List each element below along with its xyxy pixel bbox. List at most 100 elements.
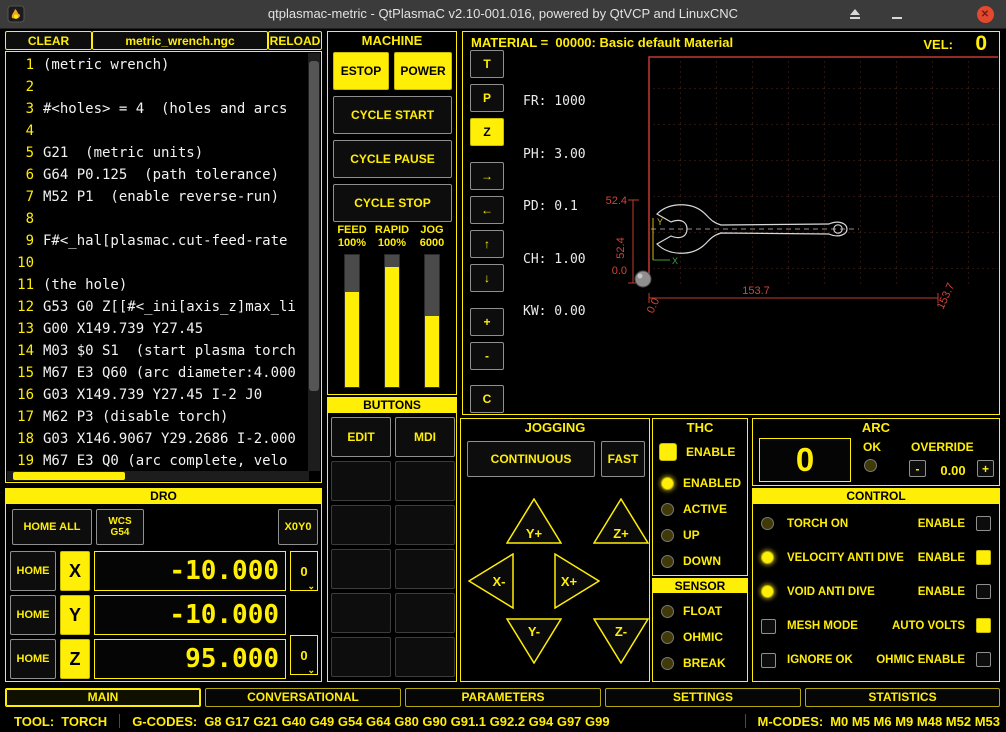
rapid-slider[interactable] <box>384 254 400 388</box>
kerf-width-stat: KW: 0.00 <box>523 303 586 321</box>
user-button-mdi[interactable]: MDI <box>395 417 455 457</box>
plus-button[interactable]: + <box>470 308 504 336</box>
axis-y-button[interactable]: Y <box>60 595 90 635</box>
quick-key-p[interactable]: P <box>470 84 504 112</box>
rapid-slider-group: RAPID100% <box>372 224 412 388</box>
dro-y-value: -10.000 <box>94 595 286 635</box>
ohmic-enable-checkbox[interactable] <box>976 652 991 667</box>
jog-slider[interactable] <box>424 254 440 388</box>
ignore-ok-label: IGNORE OK <box>787 654 853 666</box>
ignore-ok-checkbox[interactable] <box>761 653 776 668</box>
void-enable-checkbox[interactable] <box>976 584 991 599</box>
statusbar: TOOL: TORCH G-CODES: G8 G17 G21 G40 G49 … <box>0 710 1006 732</box>
minus-button[interactable]: - <box>470 342 504 370</box>
shade-button[interactable] <box>846 5 864 23</box>
axis-z-button[interactable]: Z <box>60 639 90 679</box>
cycle-pause-button[interactable]: CYCLE PAUSE <box>333 140 452 178</box>
gcode-vscroll[interactable] <box>308 53 320 471</box>
gcode-line-text: M62 P3 (disable torch) <box>43 409 228 425</box>
user-button-empty[interactable] <box>395 637 455 677</box>
arrow-right-button[interactable]: → <box>470 162 504 190</box>
user-button-empty[interactable] <box>395 593 455 633</box>
velocity-enable-checkbox[interactable] <box>976 550 991 565</box>
feed-slider[interactable] <box>344 254 360 388</box>
dro-y-offset-select[interactable]: 0⌄ <box>290 635 318 675</box>
arc-header: ARC <box>753 420 999 435</box>
arrow-down-button[interactable]: ↓ <box>470 264 504 292</box>
tab-main[interactable]: MAIN <box>5 688 201 707</box>
user-button-edit[interactable]: EDIT <box>331 417 391 457</box>
gcode-line: 12G53 G0 Z[[#<_ini[axis_z]max_li <box>8 296 308 318</box>
power-button[interactable]: POWER <box>394 52 452 90</box>
home-x-button[interactable]: HOME <box>10 551 56 591</box>
wcs-button[interactable]: WCS G54 <box>96 509 144 545</box>
estop-button[interactable]: ESTOP <box>333 52 389 90</box>
home-all-button[interactable]: HOME ALL <box>12 509 92 545</box>
torch-on-label: TORCH ON <box>787 518 848 530</box>
jog-z-plus-button[interactable]: Z+ <box>593 498 649 549</box>
cycle-start-button[interactable]: CYCLE START <box>333 96 452 134</box>
preview-panel[interactable]: MATERIAL = 00000: Basic default Material… <box>462 31 1000 415</box>
machine-grid <box>649 57 998 284</box>
user-button-empty[interactable] <box>331 549 391 589</box>
tab-conversational[interactable]: CONVERSATIONAL <box>205 688 401 707</box>
clear-button[interactable]: CLEAR <box>5 31 92 50</box>
feed-slider-fill <box>345 292 359 387</box>
mesh-mode-checkbox[interactable] <box>761 619 776 634</box>
cycle-stop-button[interactable]: CYCLE STOP <box>333 184 452 222</box>
quick-key-z[interactable]: Z <box>470 118 504 146</box>
thc-header: THC <box>653 420 747 435</box>
gcode-line: 17M62 P3 (disable torch) <box>8 406 308 428</box>
gcode-vscroll-thumb[interactable] <box>309 61 319 391</box>
gcode-line-number: 2 <box>8 76 34 98</box>
dro-x-offset-select[interactable]: 0⌄ <box>290 551 318 591</box>
arrow-left-button[interactable]: ← <box>470 196 504 224</box>
gcode-hscroll[interactable] <box>7 471 309 481</box>
tab-statistics[interactable]: STATISTICS <box>805 688 1000 707</box>
jog-y-minus-button[interactable]: Y- <box>506 618 562 669</box>
thc-enable-checkbox[interactable] <box>659 443 677 461</box>
user-button-empty[interactable] <box>331 461 391 501</box>
gcode-line-number: 1 <box>8 54 34 76</box>
gcode-hscroll-thumb[interactable] <box>13 472 125 480</box>
override-minus-button[interactable]: - <box>909 460 926 477</box>
buttons-panel: BUTTONS EDITMDI <box>327 397 457 682</box>
break-label: BREAK <box>683 656 726 670</box>
quick-key-c[interactable]: C <box>470 385 504 413</box>
user-button-empty[interactable] <box>395 549 455 589</box>
arrow-up-button[interactable]: ↑ <box>470 230 504 258</box>
jog-x-plus-button[interactable]: X+ <box>554 553 600 614</box>
user-button-empty[interactable] <box>395 505 455 545</box>
auto-volts-checkbox[interactable] <box>976 618 991 633</box>
jog-y-plus-button[interactable]: Y+ <box>506 498 562 549</box>
material-selector[interactable]: MATERIAL = 00000: Basic default Material <box>471 35 733 50</box>
jog-x-minus-button[interactable]: X- <box>468 553 514 614</box>
jog-slider-label: JOG <box>420 224 443 237</box>
tab-settings[interactable]: SETTINGS <box>605 688 801 707</box>
home-y-button[interactable]: HOME <box>10 595 56 635</box>
axis-x-button[interactable]: X <box>60 551 90 591</box>
mesh-mode-row: MESH MODE AUTO VOLTS <box>759 617 993 635</box>
gcode-line-number: 3 <box>8 98 34 120</box>
user-button-empty[interactable] <box>331 637 391 677</box>
torch-enable-checkbox[interactable] <box>976 516 991 531</box>
chevron-down-icon: ⌄ <box>307 581 315 592</box>
user-button-empty[interactable] <box>331 593 391 633</box>
jog-z-minus-button[interactable]: Z- <box>593 618 649 669</box>
jog-fast-button[interactable]: FAST <box>601 441 645 477</box>
user-button-empty[interactable] <box>395 461 455 501</box>
minimize-button[interactable] <box>888 5 906 23</box>
override-plus-button[interactable]: + <box>977 460 994 477</box>
rapid-slider-label: RAPID <box>375 224 409 237</box>
home-z-button[interactable]: HOME <box>10 639 56 679</box>
gcode-editor[interactable]: 1(metric wrench)23#<holes> = 4 (holes an… <box>5 51 322 483</box>
close-button[interactable]: ✕ <box>976 5 994 23</box>
gcode-listing[interactable]: 1(metric wrench)23#<holes> = 4 (holes an… <box>8 54 308 472</box>
jog-continuous-button[interactable]: CONTINUOUS <box>467 441 595 477</box>
user-button-empty[interactable] <box>331 505 391 545</box>
zero-xy-button[interactable]: X0Y0 <box>278 509 318 545</box>
svg-text:Y-: Y- <box>528 624 540 639</box>
tab-parameters[interactable]: PARAMETERS <box>405 688 601 707</box>
reload-button[interactable]: RELOAD <box>268 31 322 50</box>
quick-key-t[interactable]: T <box>470 50 504 78</box>
